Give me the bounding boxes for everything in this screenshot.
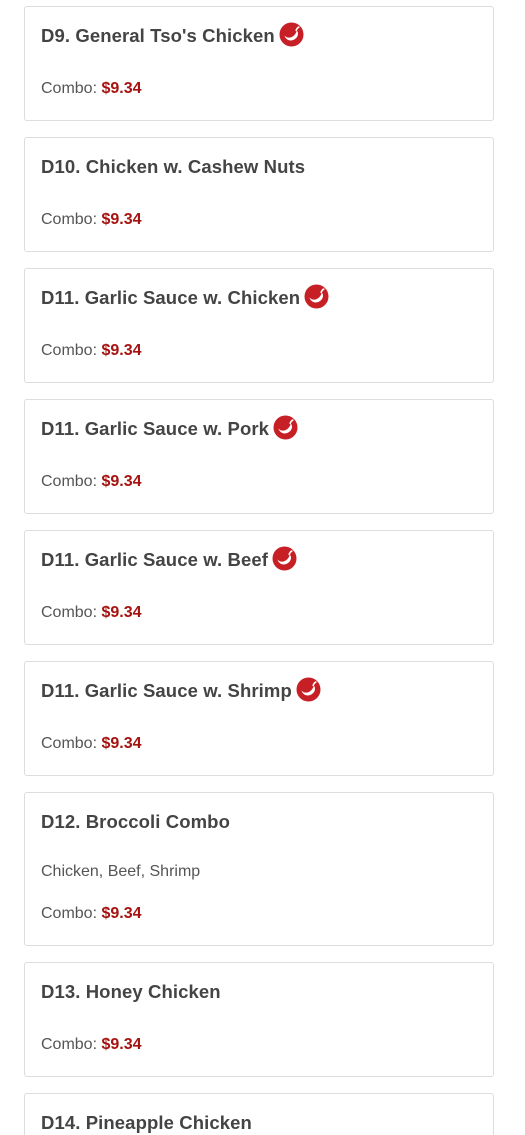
- menu-item-price-row: Combo: $9.34: [41, 604, 142, 622]
- menu-item-price: $9.34: [101, 604, 142, 621]
- menu-item-price-row: Combo: $9.34: [41, 342, 142, 360]
- menu-item-card[interactable]: D10. Chicken w. Cashew Nuts Combo: $9.34: [24, 137, 494, 252]
- price-label: Combo:: [41, 905, 98, 922]
- menu-item-list: D9. General Tso's Chicken Combo: $9.34 D…: [0, 0, 525, 1135]
- menu-item-card[interactable]: D11. Garlic Sauce w. Shrimp Combo: $9.34: [24, 661, 494, 776]
- menu-item-title: D11. Garlic Sauce w. Beef: [41, 549, 269, 570]
- hot-pepper-icon: [272, 546, 297, 571]
- menu-item-card[interactable]: D9. General Tso's Chicken Combo: $9.34: [24, 6, 494, 121]
- menu-item-title: D11. Garlic Sauce w. Chicken: [41, 287, 301, 308]
- menu-item-title-row: D11. Garlic Sauce w. Shrimp: [41, 677, 321, 704]
- menu-item-title-row: D11. Garlic Sauce w. Beef: [41, 546, 297, 573]
- menu-item-title-row: D10. Chicken w. Cashew Nuts: [41, 154, 305, 180]
- menu-item-title-row: D14. Pineapple Chicken: [41, 1110, 252, 1135]
- menu-item-card[interactable]: D11. Garlic Sauce w. Beef Combo: $9.34: [24, 530, 494, 645]
- hot-pepper-icon: [273, 415, 298, 440]
- price-label: Combo:: [41, 1036, 98, 1053]
- menu-item-card[interactable]: D11. Garlic Sauce w. Chicken Combo: $9.3…: [24, 268, 494, 383]
- hot-pepper-icon: [296, 677, 321, 702]
- price-label: Combo:: [41, 473, 98, 490]
- menu-item-price: $9.34: [101, 735, 142, 752]
- menu-item-title: D13. Honey Chicken: [41, 981, 221, 1002]
- price-label: Combo:: [41, 735, 98, 752]
- menu-item-title-row: D11. Garlic Sauce w. Pork: [41, 415, 298, 442]
- menu-item-card[interactable]: D14. Pineapple Chicken: [24, 1093, 494, 1135]
- menu-item-title: D11. Garlic Sauce w. Shrimp: [41, 680, 292, 701]
- menu-item-price: $9.34: [101, 80, 142, 97]
- hot-pepper-icon: [279, 22, 304, 47]
- menu-item-title: D14. Pineapple Chicken: [41, 1112, 252, 1133]
- menu-item-price-row: Combo: $9.34: [41, 211, 142, 229]
- menu-item-price: $9.34: [101, 473, 142, 490]
- menu-item-title: D9. General Tso's Chicken: [41, 25, 275, 46]
- price-label: Combo:: [41, 211, 98, 228]
- hot-pepper-icon: [304, 284, 329, 309]
- price-label: Combo:: [41, 604, 98, 621]
- price-label: Combo:: [41, 80, 98, 97]
- menu-item-description: Chicken, Beef, Shrimp: [41, 863, 201, 880]
- menu-item-card[interactable]: D11. Garlic Sauce w. Pork Combo: $9.34: [24, 399, 494, 514]
- menu-item-title: D10. Chicken w. Cashew Nuts: [41, 156, 306, 177]
- menu-item-price-row: Combo: $9.34: [41, 905, 142, 923]
- menu-item-title-row: D9. General Tso's Chicken: [41, 22, 304, 49]
- menu-item-title-row: D12. Broccoli Combo: [41, 809, 230, 835]
- price-label: Combo:: [41, 342, 98, 359]
- menu-item-price-row: Combo: $9.34: [41, 473, 142, 491]
- menu-item-title: D11. Garlic Sauce w. Pork: [41, 418, 270, 439]
- menu-item-price-row: Combo: $9.34: [41, 735, 142, 753]
- menu-item-price: $9.34: [101, 211, 142, 228]
- menu-item-title: D12. Broccoli Combo: [41, 811, 230, 832]
- menu-item-price-row: Combo: $9.34: [41, 1036, 142, 1054]
- menu-item-title-row: D11. Garlic Sauce w. Chicken: [41, 284, 329, 311]
- menu-item-price: $9.34: [101, 905, 142, 922]
- menu-item-title-row: D13. Honey Chicken: [41, 979, 221, 1005]
- menu-item-card[interactable]: D12. Broccoli Combo Chicken, Beef, Shrim…: [24, 792, 494, 946]
- menu-item-price-row: Combo: $9.34: [41, 80, 142, 98]
- menu-item-price: $9.34: [101, 342, 142, 359]
- menu-item-price: $9.34: [101, 1036, 142, 1053]
- menu-item-card[interactable]: D13. Honey Chicken Combo: $9.34: [24, 962, 494, 1077]
